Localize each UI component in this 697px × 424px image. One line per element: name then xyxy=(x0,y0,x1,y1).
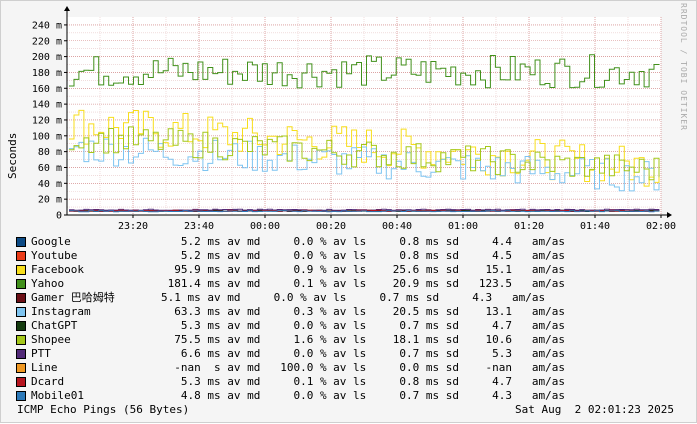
y-tick-label: 180 m xyxy=(32,68,62,79)
x-tick-label: 23:20 xyxy=(118,221,148,232)
legend-series-name: Shopee xyxy=(31,333,71,346)
legend-series-name: Instagram xyxy=(31,305,91,318)
legend-series-stats: 181.4 ms av md 0.1 % av ls 20.9 ms sd 12… xyxy=(161,277,565,290)
x-tick-label: 00:20 xyxy=(316,221,346,232)
legend-swatch xyxy=(16,321,26,331)
x-tick-label: 00:40 xyxy=(382,221,412,232)
footer-timestamp: Sat Aug 2 02:01:23 2025 xyxy=(515,403,674,416)
legend-swatch xyxy=(16,307,26,317)
x-tick-label: 02:00 xyxy=(646,221,676,232)
y-tick-label: 140 m xyxy=(32,100,62,111)
y-tick-label: 220 m xyxy=(32,36,62,47)
legend-series-stats: 5.1 ms av md 0.0 % av ls 0.7 ms sd 4.3 a… xyxy=(161,291,546,304)
x-tick-label: 00:00 xyxy=(250,221,280,232)
graph-frame: 0 20 m 40 m 60 m 80 m 100 m 120 m 140 m 160 m 180… xyxy=(0,0,697,423)
legend-series-name: Gamer 巴哈姆特 xyxy=(31,291,115,304)
y-tick-label: 40 m xyxy=(38,179,62,190)
y-tick-label: 120 m xyxy=(32,115,62,126)
y-tick-label: 80 m xyxy=(38,147,62,158)
legend-series-stats: 5.3 ms av md 0.0 % av ls 0.7 ms sd 4.7 a… xyxy=(161,319,565,332)
legend-series-stats: -nan s av md 100.0 % av ls 0.0 ms sd -na… xyxy=(161,361,565,374)
legend-series-name: Mobile01 xyxy=(31,389,84,402)
y-tick-label: 100 m xyxy=(32,131,62,142)
legend-swatch xyxy=(16,349,26,359)
legend-series-name: Line xyxy=(31,361,58,374)
legend-series-stats: 6.6 ms av md 0.0 % av ls 0.7 ms sd 5.3 a… xyxy=(161,347,565,360)
x-axis-ticks: 23:20 23:40 00:00 00:20 00:40 01:00 01:20 01:40… xyxy=(118,221,676,232)
legend-swatch xyxy=(16,265,26,275)
x-tick-label: 01:40 xyxy=(580,221,610,232)
legend-series-name: PTT xyxy=(31,347,51,360)
y-tick-label: 200 m xyxy=(32,52,62,63)
y-axis-arrow xyxy=(64,6,70,11)
legend-series-stats: 75.5 ms av md 1.6 % av ls 18.1 ms sd 10.… xyxy=(161,333,565,346)
legend-series-name: Youtube xyxy=(31,249,78,262)
legend-series-name: Facebook xyxy=(31,263,84,276)
rrdtool-watermark: RRDTOOL / TOBI OETIKER xyxy=(679,3,688,131)
legend-series-stats: 5.3 ms av md 0.1 % av ls 0.8 ms sd 4.7 a… xyxy=(161,375,565,388)
x-tick-label: 01:00 xyxy=(448,221,478,232)
y-tick-label: 160 m xyxy=(32,84,62,95)
y-tick-label: 60 m xyxy=(38,163,62,174)
y-tick-label: 0 xyxy=(56,211,62,222)
legend-swatch xyxy=(16,391,26,401)
legend-series-stats: 5.2 ms av md 0.0 % av ls 0.8 ms sd 4.4 a… xyxy=(161,235,565,248)
legend-series-stats: 4.8 ms av md 0.0 % av ls 0.7 ms sd 4.3 a… xyxy=(161,389,565,402)
legend-swatch xyxy=(16,363,26,373)
legend-series-stats: 5.2 ms av md 0.0 % av ls 0.8 ms sd 4.5 a… xyxy=(161,249,565,262)
legend-swatch xyxy=(16,377,26,387)
legend-swatch xyxy=(16,251,26,261)
x-tick-label: 01:20 xyxy=(514,221,544,232)
footer-title: ICMP Echo Pings (56 Bytes) xyxy=(17,403,190,416)
legend-series-stats: 95.9 ms av md 0.9 % av ls 25.6 ms sd 15.… xyxy=(161,263,565,276)
legend-swatch xyxy=(16,279,26,289)
y-axis-label-text: Seconds xyxy=(6,132,19,179)
legend-series-name: Google xyxy=(31,235,71,248)
legend-swatch xyxy=(16,335,26,345)
legend-series-name: Yahoo xyxy=(31,277,65,290)
y-tick-label: 240 m xyxy=(32,20,62,31)
legend-series-stats: 63.3 ms av md 0.3 % av ls 20.5 ms sd 13.… xyxy=(161,305,565,318)
x-axis-arrow xyxy=(667,212,672,218)
legend-series-name: ChatGPT xyxy=(31,319,78,332)
x-tick-label: 23:40 xyxy=(184,221,214,232)
legend-series-name: Dcard xyxy=(31,375,65,388)
y-axis-ticks: 0 20 m 40 m 60 m 80 m 100 m 120 m 140 m 160 m 180… xyxy=(32,20,62,221)
y-axis-label: Seconds xyxy=(4,133,19,179)
legend-swatch xyxy=(16,237,26,247)
y-tick-label: 20 m xyxy=(38,195,62,206)
legend-swatch xyxy=(16,293,26,303)
